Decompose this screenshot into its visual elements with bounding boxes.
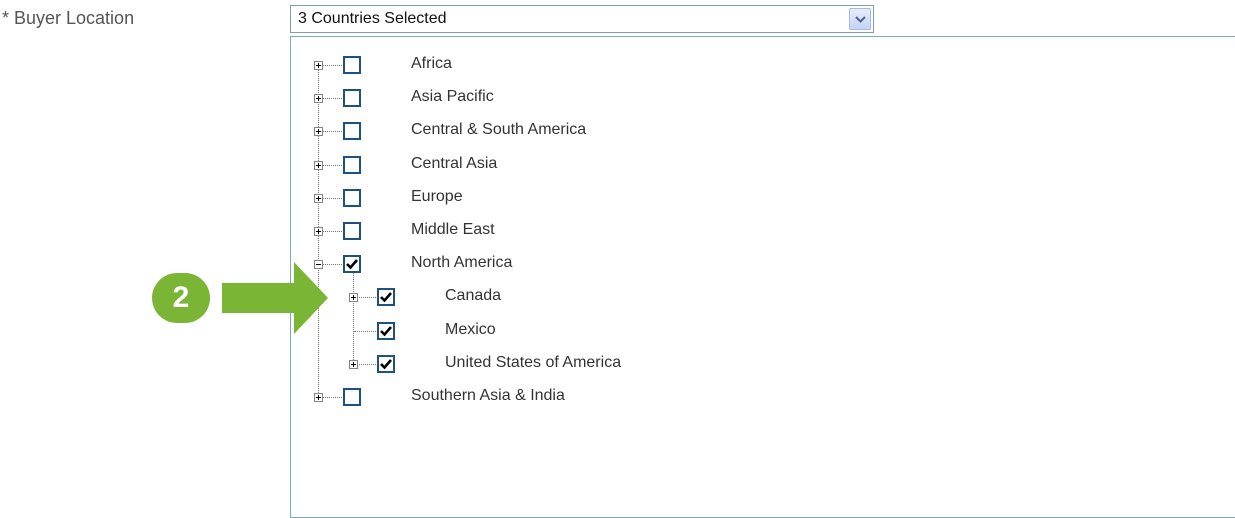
node-checkbox[interactable] (377, 321, 395, 340)
expand-icon[interactable] (314, 193, 323, 203)
tree-node-label: Middle East (411, 221, 495, 238)
tree-node-label: Europe (411, 187, 463, 205)
expand-icon[interactable] (314, 393, 323, 402)
node-checkbox[interactable] (343, 255, 361, 274)
expand-icon[interactable] (314, 160, 323, 170)
tree-node[interactable]: Europe (291, 186, 1235, 210)
node-checkbox[interactable] (343, 89, 361, 108)
tree-node-label: Central Asia (411, 154, 498, 172)
expand-icon[interactable] (314, 227, 323, 236)
checkmark-icon (380, 292, 392, 303)
node-checkbox[interactable] (343, 388, 361, 406)
tree-branch-line (353, 270, 354, 364)
node-checkbox[interactable] (343, 122, 361, 141)
tree-node-label: Africa (411, 55, 452, 72)
node-checkbox[interactable] (377, 288, 395, 307)
expand-icon[interactable] (314, 127, 323, 137)
tree-node[interactable]: Mexico (291, 319, 1235, 343)
tree-node-label: North America (411, 254, 513, 272)
buyer-location-label: * Buyer Location (2, 8, 135, 28)
tree-node-label: Canada (445, 287, 502, 305)
expand-icon[interactable] (349, 359, 358, 369)
tree-node-label: Southern Asia & India (411, 387, 565, 404)
tree-node[interactable]: Southern Asia & India (291, 385, 1235, 409)
select-value: 3 Countries Selected (298, 10, 447, 27)
dropdown-button[interactable] (849, 8, 871, 30)
tree-node[interactable]: Middle East (291, 219, 1235, 243)
tree-node[interactable]: Canada (291, 285, 1235, 309)
location-tree-panel[interactable]: Africa Asia Pacific Central & South Americ… (290, 36, 1235, 518)
expand-icon[interactable] (349, 293, 358, 303)
tree-node[interactable]: North America (291, 252, 1235, 276)
buyer-location-select[interactable]: 3 Countries Selected (290, 5, 874, 33)
checkmark-icon (380, 325, 392, 337)
node-checkbox[interactable] (343, 222, 361, 240)
tree-node[interactable]: Central Asia (291, 153, 1235, 177)
arrow-right-icon (222, 262, 328, 334)
tree-node-label: United States of America (445, 353, 622, 371)
tree-node-label: Asia Pacific (411, 88, 494, 106)
tree-node[interactable]: Asia Pacific (291, 86, 1235, 110)
node-checkbox[interactable] (377, 354, 395, 373)
tree-node[interactable]: United States of America (291, 352, 1235, 376)
checkmark-icon (380, 358, 392, 370)
tree-node-label: Central & South America (411, 121, 587, 139)
node-checkbox[interactable] (343, 188, 361, 207)
chevron-down-icon (855, 16, 866, 23)
tree-connector-line (354, 330, 376, 332)
tree-node[interactable]: Africa (291, 53, 1235, 77)
node-checkbox[interactable] (343, 155, 361, 174)
checkmark-icon (346, 259, 358, 270)
tree-node[interactable]: Central & South America (291, 119, 1235, 143)
tree-node-label: Mexico (445, 320, 496, 338)
expand-icon[interactable] (314, 61, 323, 70)
step-badge: 2 (152, 273, 210, 323)
node-checkbox[interactable] (343, 56, 361, 74)
expand-icon[interactable] (314, 94, 323, 104)
